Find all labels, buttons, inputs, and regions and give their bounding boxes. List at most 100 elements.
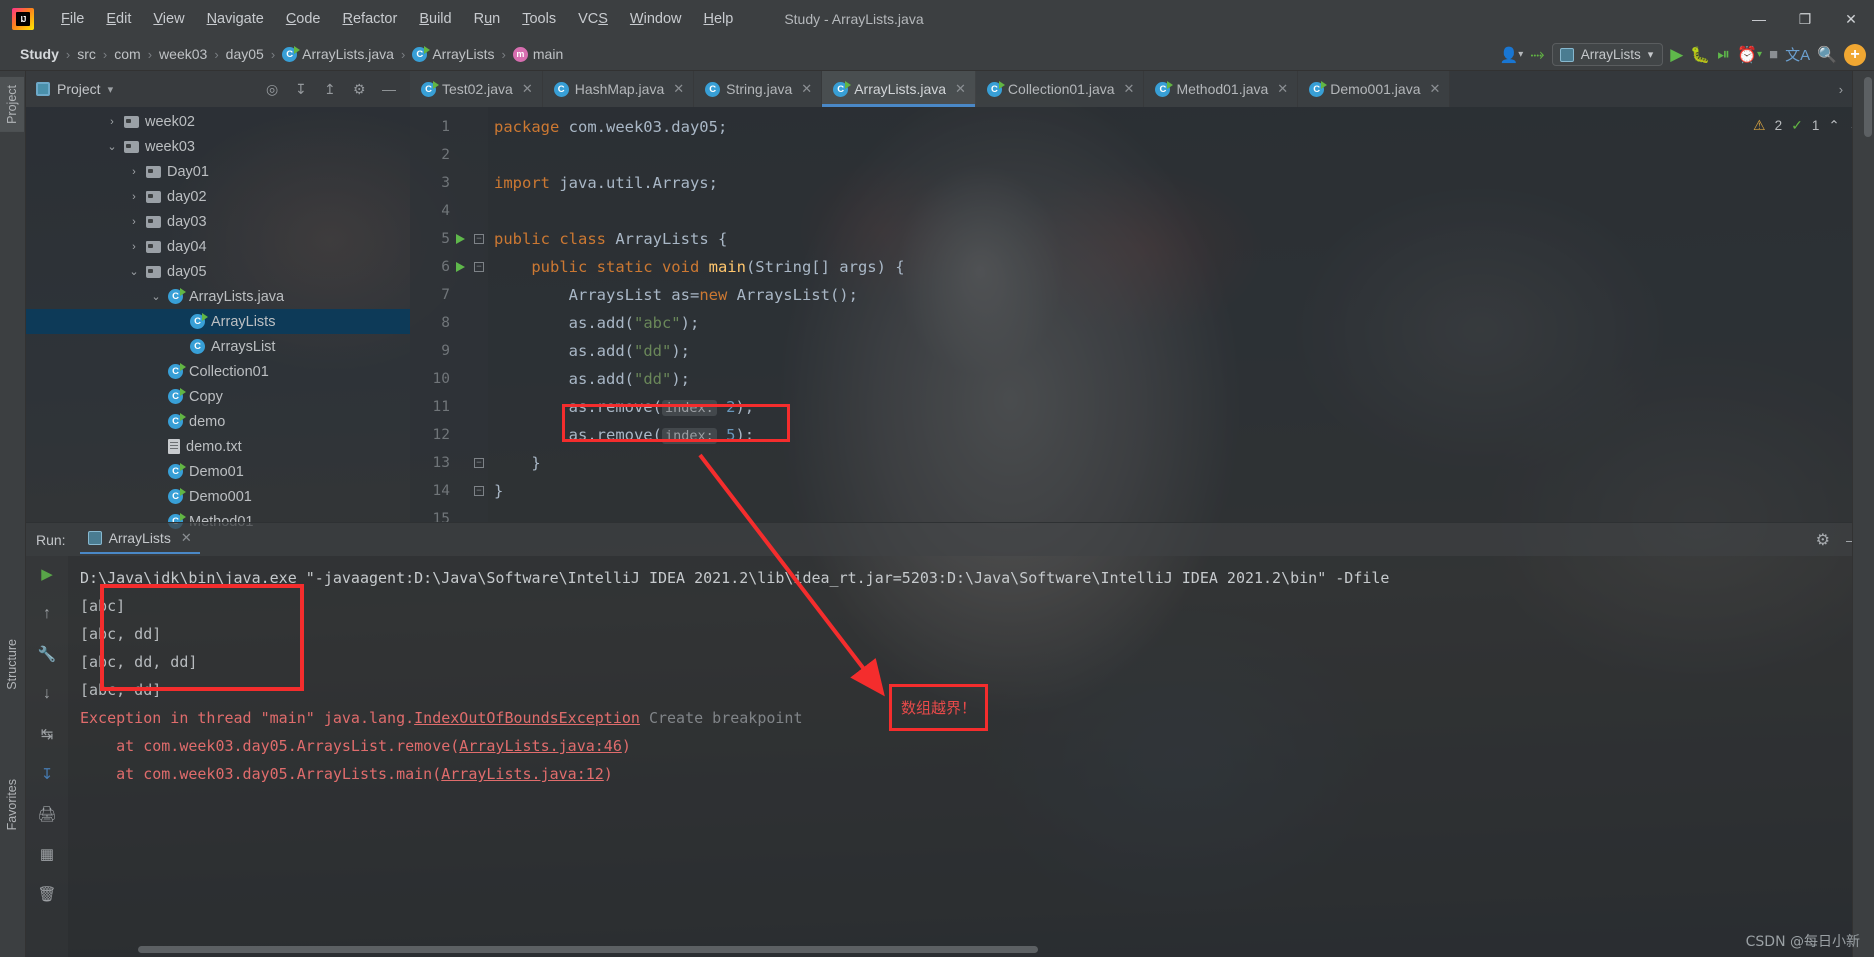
close-button[interactable]: ✕: [1828, 0, 1874, 38]
run-icon[interactable]: ▶: [1670, 45, 1683, 65]
translate-icon[interactable]: 文A: [1785, 44, 1810, 65]
close-icon[interactable]: ✕: [522, 81, 533, 97]
editor-vertical-scrollbar[interactable]: [1864, 77, 1872, 137]
menu-build[interactable]: Build: [408, 7, 462, 31]
inspection-widget[interactable]: ⚠ 2 ✓ 1 ⌃ ⌄: [1753, 117, 1860, 134]
menu-vcs[interactable]: VCS: [567, 7, 619, 31]
close-icon[interactable]: ✕: [673, 81, 684, 97]
editor-tab-test02-java[interactable]: C Test02.java ✕: [410, 71, 543, 107]
fold-marker-icon[interactable]: −: [470, 262, 488, 272]
menu-code[interactable]: Code: [275, 7, 332, 31]
profiler-icon[interactable]: ⏰ ▾: [1737, 45, 1762, 65]
locate-icon[interactable]: ◎: [266, 81, 282, 97]
chevron-right-icon[interactable]: ›: [1839, 82, 1843, 97]
chevron-right-icon[interactable]: ›: [128, 191, 140, 203]
layout-icon[interactable]: ▦: [37, 844, 57, 864]
close-icon[interactable]: ✕: [1124, 81, 1135, 97]
tree-item-day02[interactable]: › day02: [26, 184, 410, 209]
sidebar-item-project[interactable]: Project: [0, 77, 24, 132]
tree-item-day04[interactable]: › day04: [26, 234, 410, 259]
tree-item-arraylists[interactable]: C ArrayLists: [26, 309, 410, 334]
run-configuration-selector[interactable]: ArrayLists ▾: [1551, 43, 1664, 66]
fold-marker-icon[interactable]: −: [470, 234, 488, 244]
tree-item-demo001[interactable]: C Demo001: [26, 484, 410, 509]
tree-item-arrayslist[interactable]: C ArraysList: [26, 334, 410, 359]
tree-item-collection01[interactable]: C Collection01: [26, 359, 410, 384]
stop-icon[interactable]: ■: [1769, 46, 1778, 63]
breadcrumb-item-class[interactable]: C ArrayLists: [406, 44, 500, 64]
chevron-right-icon[interactable]: ›: [128, 216, 140, 228]
fold-marker-icon[interactable]: −: [470, 486, 488, 496]
chevron-right-icon[interactable]: ›: [128, 166, 140, 178]
menu-file[interactable]: File: [50, 7, 95, 31]
menu-help[interactable]: Help: [692, 7, 744, 31]
wrench-icon[interactable]: 🔧: [37, 644, 57, 664]
menu-edit[interactable]: Edit: [95, 7, 142, 31]
editor-tab-string-java[interactable]: C String.java ✕: [694, 71, 823, 107]
exception-type-link[interactable]: IndexOutOfBoundsException: [414, 709, 640, 727]
menu-run[interactable]: Run: [463, 7, 512, 31]
chevron-down-icon[interactable]: ⌄: [128, 265, 140, 278]
trash-icon[interactable]: 🗑: [37, 884, 57, 904]
sidebar-item-favorites[interactable]: Favorites: [0, 771, 24, 838]
prev-problem-icon[interactable]: ⌃: [1828, 118, 1839, 134]
tree-item-day01[interactable]: › Day01: [26, 159, 410, 184]
editor-tab-collection01-java[interactable]: C Collection01.java ✕: [975, 71, 1145, 107]
close-icon[interactable]: ✕: [1429, 81, 1440, 97]
console-horizontal-scrollbar[interactable]: [138, 946, 1038, 953]
gutter-run-icon[interactable]: [450, 262, 470, 272]
minimize-button[interactable]: —: [1736, 0, 1782, 38]
code-editor[interactable]: 1 package com.week03.day05; 2 3 import java.…: [410, 107, 1874, 522]
chevron-right-icon[interactable]: ›: [106, 116, 118, 128]
tree-item-day03[interactable]: › day03: [26, 209, 410, 234]
tree-item-demo-txt[interactable]: demo.txt: [26, 434, 410, 459]
gear-icon[interactable]: ⚙: [1816, 530, 1830, 550]
debug-icon[interactable]: 🐛: [1690, 45, 1710, 65]
close-icon[interactable]: ✕: [955, 81, 966, 97]
stack-file-link[interactable]: ArrayLists.java:12: [441, 765, 604, 783]
down-arrow-icon[interactable]: ↓: [37, 684, 57, 704]
menu-tools[interactable]: Tools: [511, 7, 567, 31]
hide-icon[interactable]: —: [382, 81, 398, 97]
tree-item-demo[interactable]: Cdemo: [26, 409, 410, 434]
tree-item-copy[interactable]: C Copy: [26, 384, 410, 409]
tree-item-week03[interactable]: ⌄ week03: [26, 134, 410, 159]
up-arrow-icon[interactable]: ↑: [37, 604, 57, 624]
stack-file-link[interactable]: ArrayLists.java:46: [459, 737, 622, 755]
menu-view[interactable]: View: [142, 7, 195, 31]
sidebar-item-structure[interactable]: Structure: [0, 631, 24, 698]
close-icon[interactable]: ✕: [801, 81, 812, 97]
tree-item-demo01[interactable]: C Demo01: [26, 459, 410, 484]
console-output[interactable]: D:\Java\jdk\bin\java.exe "-javaagent:D:\…: [68, 556, 1874, 957]
tree-item-day05[interactable]: ⌄ day05: [26, 259, 410, 284]
close-icon[interactable]: ✕: [1277, 81, 1288, 97]
tree-item-arraylists-java[interactable]: ⌄ C ArrayLists.java: [26, 284, 410, 309]
project-title[interactable]: Project ▾: [36, 81, 113, 97]
editor-tab-demo001-java[interactable]: C Demo001.java ✕: [1298, 71, 1451, 107]
breadcrumb-item-src[interactable]: src: [71, 44, 102, 64]
add-icon[interactable]: +: [1844, 43, 1866, 66]
expand-all-icon[interactable]: ↧: [295, 81, 311, 97]
menu-window[interactable]: Window: [619, 7, 693, 31]
maximize-button[interactable]: ❐: [1782, 0, 1828, 38]
chevron-down-icon[interactable]: ⌄: [150, 290, 162, 303]
user-icon[interactable]: 👤 ▾: [1500, 46, 1524, 64]
breadcrumb-item-method[interactable]: m main: [507, 44, 569, 64]
breadcrumb-item-com[interactable]: com: [108, 44, 146, 64]
menu-refactor[interactable]: Refactor: [332, 7, 409, 31]
gutter-run-icon[interactable]: [450, 234, 470, 244]
collapse-all-icon[interactable]: ↥: [324, 81, 340, 97]
scroll-to-end-icon[interactable]: ↧: [37, 764, 57, 784]
chevron-right-icon[interactable]: ›: [128, 241, 140, 253]
chevron-down-icon[interactable]: ⌄: [106, 140, 118, 153]
breadcrumb-item-week03[interactable]: week03: [153, 44, 213, 64]
soft-wrap-icon[interactable]: ↹: [37, 724, 57, 744]
chevron-down-icon[interactable]: ▾: [108, 83, 114, 96]
editor-tab-arraylists-java[interactable]: C ArrayLists.java ✕: [822, 71, 976, 107]
breadcrumb-item-day05[interactable]: day05: [220, 44, 270, 64]
print-icon[interactable]: 🖨: [37, 804, 57, 824]
fold-marker-icon[interactable]: −: [470, 458, 488, 468]
menu-navigate[interactable]: Navigate: [196, 7, 275, 31]
coverage-icon[interactable]: ⏯: [1717, 46, 1730, 64]
hammer-icon[interactable]: ⤑: [1530, 44, 1544, 65]
